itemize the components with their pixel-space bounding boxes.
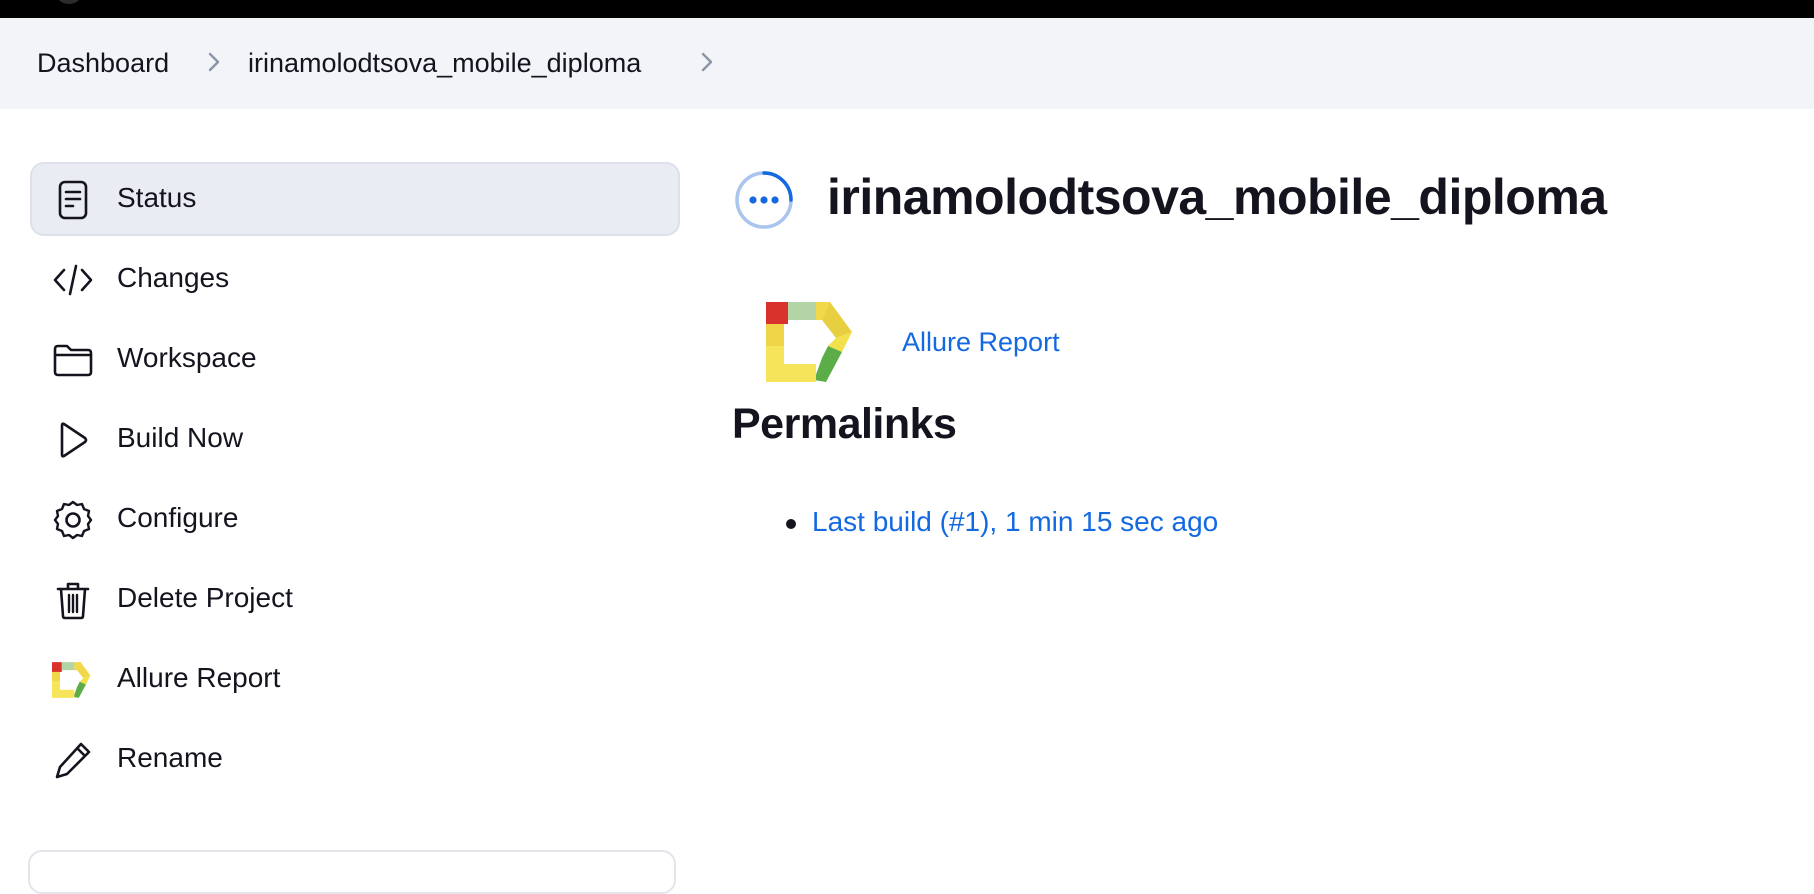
sidebar-item-label: Rename [117,742,223,773]
code-icon [52,259,94,301]
list-bullet [786,519,796,529]
sidebar-item-configure[interactable]: Configure [30,482,680,556]
permalink-last-build[interactable]: Last build (#1), 1 min 15 sec ago [812,506,1218,538]
allure-logo-icon [52,659,94,701]
chevron-right-icon[interactable] [696,48,718,76]
permalinks-heading: Permalinks [732,400,957,448]
breadcrumb: Dashboard irinamolodtsova_mobile_diploma [0,18,1814,109]
sidebar-item-changes[interactable]: Changes [30,242,680,316]
page-title: irinamolodtsova_mobile_diploma [827,169,1607,225]
sidebar-item-label: Configure [117,502,239,533]
sidebar-item-label: Workspace [117,342,257,373]
sidebar-item-delete-project[interactable]: Delete Project [30,562,680,636]
sidebar-item-workspace[interactable]: Workspace [30,322,680,396]
sidebar-item-label: Build Now [117,422,244,453]
folder-icon [52,339,94,381]
sidebar-item-rename[interactable]: Rename [30,722,680,796]
sidebar-item-label: Status [117,182,197,213]
document-icon [52,179,94,221]
play-icon [52,419,94,461]
pencil-icon [52,739,94,781]
sidebar-build-history-card [28,850,676,894]
in-progress-icon [733,169,795,231]
breadcrumb-project[interactable]: irinamolodtsova_mobile_diploma [248,48,641,79]
gear-icon [52,499,94,541]
trash-icon [52,579,94,621]
sidebar-item-label: Changes [117,262,230,293]
sidebar-item-status[interactable]: Status [30,162,680,236]
breadcrumb-dashboard[interactable]: Dashboard [37,48,169,79]
sidebar-item-build-now[interactable]: Build Now [30,402,680,476]
user-avatar[interactable] [54,0,84,4]
sidebar-item-label: Allure Report [117,662,281,693]
top-bar [0,0,1814,18]
sidebar-item-allure-report[interactable]: Allure Report [30,642,680,716]
sidebar-item-label: Delete Project [117,582,293,613]
allure-logo-icon[interactable] [766,302,860,382]
allure-report-link[interactable]: Allure Report [902,327,1060,358]
chevron-right-icon[interactable] [203,48,225,76]
